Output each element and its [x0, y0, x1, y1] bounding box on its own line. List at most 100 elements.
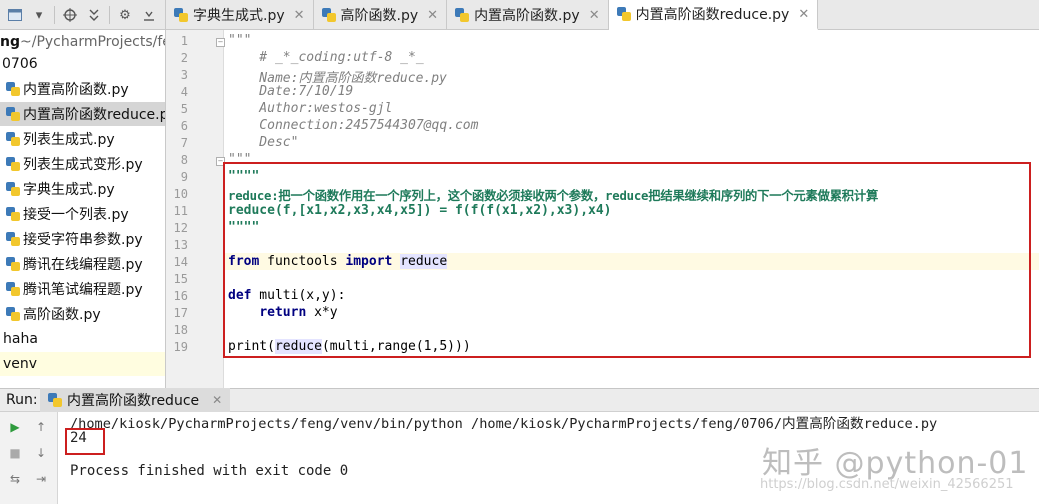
root-path: ~/PycharmProjects/fe [20, 34, 166, 50]
tree-file[interactable]: 接受字符串参数.py [0, 227, 165, 251]
collapse-icon[interactable] [85, 6, 103, 24]
project-tree: ng ~/PycharmProjects/fe 0706 内置高阶函数.py 内… [0, 30, 166, 388]
line-number: 18 [173, 323, 188, 337]
tree-folder-venv[interactable]: venv [0, 352, 165, 376]
tab-label: 内置高阶函数.py [474, 8, 580, 24]
hide-icon[interactable] [140, 6, 158, 24]
root-name: ng [0, 34, 20, 50]
view-dropdown-icon[interactable]: ▾ [30, 6, 48, 24]
tree-folder-haha[interactable]: haha [0, 327, 165, 351]
toolbar-divider [54, 6, 55, 24]
close-icon[interactable]: ✕ [294, 8, 305, 23]
file-label: 接受一个列表.py [23, 207, 129, 223]
code-line-19: print(reduce(multi,range(1,5))) [228, 339, 471, 354]
close-icon[interactable]: ✕ [798, 7, 809, 22]
code-line-4: Date:7/10/19 [228, 84, 354, 99]
tree-file-selected[interactable]: 内置高阶函数reduce.py [0, 102, 166, 126]
python-file-icon [6, 132, 20, 146]
code-line-11: reduce(f,[x1,x2,x3,x4,x5]) = f(f(f(x1,x2… [228, 203, 612, 218]
keyword-def: def [228, 288, 252, 303]
tree-file[interactable]: 高阶函数.py [0, 302, 165, 326]
code-line-10: reduce:把一个函数作用在一个序列上，这个函数必须接收两个参数，reduce… [228, 189, 879, 203]
tree-file[interactable]: 接受一个列表.py [0, 202, 165, 226]
line-number: 2 [180, 51, 188, 65]
gear-icon[interactable]: ⚙ [116, 6, 134, 24]
fold-marker-icon[interactable]: − [216, 38, 225, 47]
run-tab-label: 内置高阶函数reduce [67, 393, 200, 409]
line-number: 8 [180, 153, 188, 167]
watermark-text: 知乎 @python-01 [762, 446, 1029, 481]
tree-folder-0706[interactable]: 0706 [0, 52, 165, 76]
python-file-icon [455, 8, 470, 22]
toolbar-divider [109, 6, 110, 24]
run-tab[interactable]: 内置高阶函数reduce ✕ [40, 388, 231, 412]
module-name: functools [259, 254, 346, 269]
close-icon[interactable]: ✕ [212, 393, 222, 407]
reduce-identifier: reduce [400, 254, 448, 269]
run-toolbar: ▶ ↑ ■ ↓ ⇆ ⇥ [0, 412, 58, 504]
down-arrow-icon[interactable]: ↓ [32, 444, 50, 462]
file-label: 接受字符串参数.py [23, 232, 143, 248]
line-number: 15 [173, 272, 188, 286]
python-file-icon [616, 7, 631, 21]
stop-icon[interactable]: ■ [6, 444, 24, 462]
run-label: Run: [6, 392, 38, 408]
watermark-url: https://blog.csdn.net/weixin_42566251 [760, 477, 1014, 492]
tab-builtin-reduce[interactable]: 内置高阶函数reduce.py ✕ [608, 0, 819, 30]
folder-label: venv [3, 356, 38, 372]
file-label: 列表生成式变形.py [23, 157, 143, 173]
code-line-8: """ [228, 152, 252, 167]
up-arrow-icon[interactable]: ↑ [32, 418, 50, 436]
soft-wrap-icon[interactable]: ⇥ [32, 470, 50, 488]
python-file-icon [6, 257, 20, 271]
line-number: 4 [180, 85, 188, 99]
keyword-return: return [259, 305, 307, 320]
exit-message: Process finished with exit code 0 [70, 463, 349, 479]
line-gutter: 1 2 3 4 5 6 7 8 9 10 11 12 13 14 15 16 1… [166, 30, 225, 388]
tab-label: 高阶函数.py [340, 8, 419, 24]
line-number: 10 [173, 187, 188, 201]
tree-file[interactable]: 字典生成式.py [0, 177, 165, 201]
file-label: 腾讯笔试编程题.py [23, 282, 143, 298]
return-expression: x*y [306, 305, 338, 320]
tree-file[interactable]: 列表生成式变形.py [0, 152, 165, 176]
folder-label: 0706 [2, 56, 38, 72]
python-file-icon [6, 307, 20, 321]
tab-builtin-higher-order[interactable]: 内置高阶函数.py ✕ [447, 0, 609, 30]
keyword-import: import [345, 254, 393, 269]
print-call: print( [228, 339, 275, 354]
restore-layout-icon[interactable]: ⇆ [6, 470, 24, 488]
python-file-icon [6, 182, 20, 196]
code-line-5: Author:westos-gjl [228, 101, 393, 116]
function-signature: multi(x,y): [251, 288, 346, 303]
file-label: 内置高阶函数reduce.py [23, 107, 166, 123]
tab-label: 字典生成式.py [193, 8, 285, 24]
line-number: 12 [173, 221, 188, 235]
reduce-identifier: reduce [274, 339, 322, 354]
code-line-6: Connection:2457544307@qq.com [228, 118, 479, 133]
python-file-icon [6, 157, 20, 171]
python-file-icon [6, 282, 20, 296]
close-icon[interactable]: ✕ [589, 8, 600, 23]
project-view-icon[interactable] [6, 6, 24, 24]
close-icon[interactable]: ✕ [427, 8, 438, 23]
locate-icon[interactable] [61, 6, 79, 24]
tree-file[interactable]: 腾讯笔试编程题.py [0, 277, 165, 301]
tree-file[interactable]: 列表生成式.py [0, 127, 165, 151]
tree-root[interactable]: ng ~/PycharmProjects/fe [0, 30, 166, 54]
code-editor[interactable]: 1 2 3 4 5 6 7 8 9 10 11 12 13 14 15 16 1… [166, 30, 1039, 388]
tab-dict-comprehension[interactable]: 字典生成式.py ✕ [166, 0, 314, 30]
tab-higher-order-functions[interactable]: 高阶函数.py ✕ [314, 0, 448, 30]
fold-marker-icon[interactable]: − [216, 157, 225, 166]
line-number: 14 [173, 255, 188, 269]
run-panel-header: Run: 内置高阶函数reduce ✕ [0, 388, 1039, 412]
tree-file[interactable]: 腾讯在线编程题.py [0, 252, 165, 276]
rerun-icon[interactable]: ▶ [6, 418, 24, 436]
output-highlight-box [65, 428, 105, 455]
code-line-9: """" [228, 169, 260, 184]
tree-file[interactable]: 内置高阶函数.py [0, 77, 165, 101]
line-number: 19 [173, 340, 188, 354]
python-file-icon [48, 393, 62, 407]
file-label: 高阶函数.py [23, 307, 101, 323]
